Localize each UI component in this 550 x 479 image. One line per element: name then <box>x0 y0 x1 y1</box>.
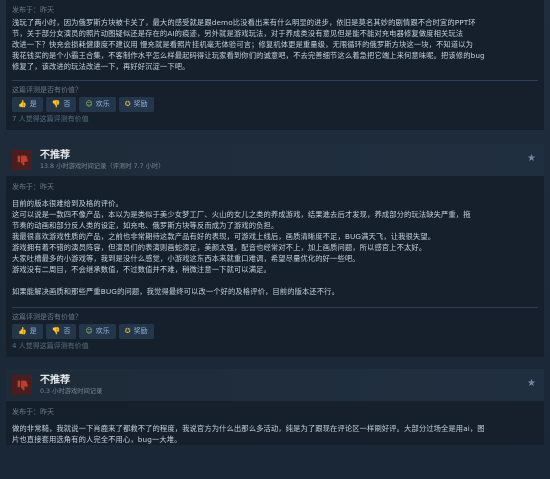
helpful-count: 7 人觉得这篇评测有价值 <box>12 115 89 123</box>
review-header[interactable]: 不推荐 0.3 小时游戏时间记录 ★ <box>6 369 544 401</box>
playtime-label: 0.3 小时游戏时间记录 <box>40 387 103 395</box>
helpful-question: 这篇评测是否有价值？ <box>12 313 82 321</box>
thumbs-down-icon: 👎 <box>51 99 61 108</box>
vote-yes-button[interactable]: 👍 是 <box>12 323 43 339</box>
helpful-count: 4 人觉得这篇评测有价值 <box>12 342 89 350</box>
laugh-icon: ☺ <box>85 326 93 335</box>
review-card: 不推荐 13.8 小时游戏时间记录（评测时 7.7 小时） ★ 发布于：昨天 目… <box>6 144 544 357</box>
review-header-texts: 不推荐 0.3 小时游戏时间记录 <box>40 375 102 396</box>
laugh-icon: ☺ <box>85 99 93 108</box>
vote-row: 👍 是 👎 否 ☺ 欢乐 ✪ 奖励 <box>6 96 544 112</box>
verdict-label: 不推荐 <box>40 374 70 386</box>
posted-date: 发布于：昨天 <box>12 6 54 14</box>
playtime-label: 13.8 小时游戏时间记录（评测时 7.7 小时） <box>40 162 165 170</box>
verdict-label: 不推荐 <box>40 149 70 161</box>
thumbs-up-icon: 👍 <box>18 99 27 108</box>
divider <box>12 80 538 81</box>
posted-date: 发布于：昨天 <box>12 408 54 416</box>
review-page: 发布于：昨天 浅玩了两小时，因为俄罗斯方块被卡关了，最大的感受就是跟demo比没… <box>0 0 550 479</box>
vote-row: 👍 是 👎 否 ☺ 欢乐 ✪ 奖励 <box>6 323 544 339</box>
vote-no-button[interactable]: 👎 否 <box>45 323 77 339</box>
thumbs-up-icon: 👍 <box>18 326 27 335</box>
review-body: 浅玩了两小时，因为俄罗斯方块被卡关了，最大的感受就是跟demo比没看出来有什么明… <box>12 18 485 71</box>
review-card: 不推荐 0.3 小时游戏时间记录 ★ 发布于：昨天 做的非常糙，我就说一下肖鹿来… <box>6 369 544 445</box>
award-icon: ✪ <box>124 99 131 108</box>
divider <box>12 307 538 308</box>
award-button[interactable]: ✪ 奖励 <box>118 96 154 112</box>
vote-funny-button[interactable]: ☺ 欢乐 <box>79 323 116 339</box>
award-button[interactable]: ✪ 奖励 <box>118 323 154 339</box>
posted-date: 发布于：昨天 <box>12 183 54 191</box>
vote-no-button[interactable]: 👎 否 <box>45 96 77 112</box>
review-header[interactable]: 不推荐 13.8 小时游戏时间记录（评测时 7.7 小时） ★ <box>6 144 544 176</box>
review-body: 目前的版本很难给到及格的评价。 这可以说是一款四不像产品，本以为是类似于美少女梦… <box>12 199 471 296</box>
thumbs-down-icon <box>12 375 32 395</box>
review-body: 做的非常糙，我就说一下肖鹿来了都救不了的程度，我说官方为什么出那么多活动，纯是为… <box>12 424 485 444</box>
review-card: 发布于：昨天 浅玩了两小时，因为俄罗斯方块被卡关了，最大的感受就是跟demo比没… <box>6 0 544 130</box>
thumbs-down-icon <box>12 150 32 170</box>
award-icon: ✪ <box>124 326 131 335</box>
review-header-texts: 不推荐 13.8 小时游戏时间记录（评测时 7.7 小时） <box>40 150 165 171</box>
helpful-question: 这篇评测是否有价值？ <box>12 86 82 94</box>
thumbs-down-icon: 👎 <box>51 326 61 335</box>
star-icon[interactable]: ★ <box>527 153 536 164</box>
vote-yes-button[interactable]: 👍 是 <box>12 96 43 112</box>
star-icon[interactable]: ★ <box>527 378 536 389</box>
vote-funny-button[interactable]: ☺ 欢乐 <box>79 96 116 112</box>
